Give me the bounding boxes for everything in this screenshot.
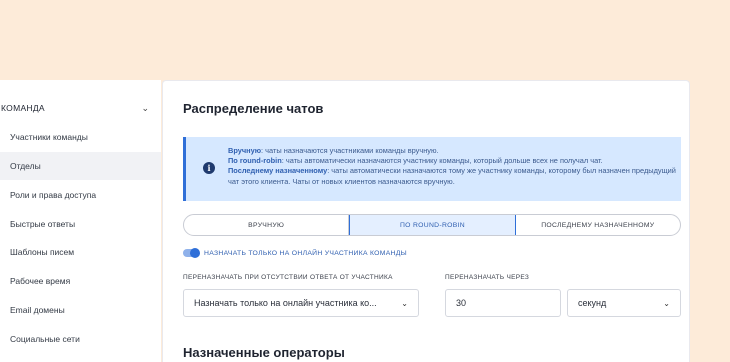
reassign-after-value: 30 — [456, 298, 467, 308]
sidebar-section-team[interactable]: КОМАНДА ⌄ — [0, 98, 161, 118]
info-last-title: Последнему назначенному — [228, 166, 328, 176]
time-unit-select[interactable]: секунд ⌄ — [567, 289, 681, 317]
info-rr-title: По round-robin — [228, 156, 282, 166]
info-manual-text: : чаты назначаются участниками команды в… — [261, 146, 439, 155]
sidebar-item-working-hours[interactable]: Рабочее время — [0, 267, 161, 295]
sidebar: КОМАНДА ⌄ Участники команды Отделы Роли … — [0, 80, 161, 362]
chevron-down-icon: ⌄ — [401, 298, 408, 308]
sidebar-item-social-networks[interactable]: Социальные сети — [0, 325, 161, 353]
assigned-operators-title: Назначенные операторы — [183, 345, 345, 360]
sidebar-item-departments[interactable]: Отделы — [0, 152, 161, 180]
sidebar-item-email-domains[interactable]: Email домены — [0, 296, 161, 324]
time-unit-value: секунд — [578, 298, 607, 308]
sidebar-section-label: КОМАНДА — [1, 103, 45, 113]
mode-manual-button[interactable]: ВРУЧНУЮ — [184, 215, 350, 235]
online-only-toggle-row: НАЗНАЧАТЬ ТОЛЬКО НА ОНЛАЙН УЧАСТНИКА КОМ… — [183, 248, 407, 258]
online-only-toggle[interactable] — [183, 248, 200, 258]
page-title: Распределение чатов — [183, 101, 324, 116]
info-banner: i Вручную: чаты назначаются участниками … — [183, 137, 681, 201]
sidebar-item-email-templates[interactable]: Шаблоны писем — [0, 238, 161, 266]
main-panel: Распределение чатов i Вручную: чаты назн… — [162, 80, 690, 362]
reassign-after-input[interactable]: 30 — [445, 289, 561, 317]
sidebar-item-quick-replies[interactable]: Быстрые ответы — [0, 210, 161, 238]
mode-last-assigned-button[interactable]: ПОСЛЕДНЕМУ НАЗНАЧЕННОМУ — [516, 215, 680, 235]
sidebar-item-team-members[interactable]: Участники команды — [0, 123, 161, 151]
info-manual-title: Вручную — [228, 146, 262, 155]
mode-round-robin-button[interactable]: ПО ROUND-ROBIN — [349, 215, 516, 235]
reassign-select[interactable]: Назначать только на онлайн участника ко.… — [183, 289, 419, 317]
reassign-select-value: Назначать только на онлайн участника ко.… — [194, 298, 377, 308]
sidebar-item-roles[interactable]: Роли и права доступа — [0, 181, 161, 209]
distribution-mode-selector: ВРУЧНУЮ ПО ROUND-ROBIN ПОСЛЕДНЕМУ НАЗНАЧ… — [183, 214, 681, 236]
toggle-knob — [190, 248, 200, 258]
chevron-down-icon: ⌄ — [141, 102, 149, 113]
chevron-down-icon: ⌄ — [663, 298, 670, 308]
info-icon: i — [203, 162, 215, 174]
reassign-after-label: ПЕРЕНАЗНАЧАТЬ ЧЕРЕЗ — [445, 274, 530, 281]
info-text: Вручную: чаты назначаются участниками ко… — [228, 146, 678, 187]
info-rr-text: : чаты автоматически назначаются участни… — [281, 156, 603, 166]
online-only-toggle-label: НАЗНАЧАТЬ ТОЛЬКО НА ОНЛАЙН УЧАСТНИКА КОМ… — [204, 249, 407, 257]
reassign-label: ПЕРЕНАЗНАЧАТЬ ПРИ ОТСУТСТВИИ ОТВЕТА ОТ У… — [183, 274, 393, 281]
